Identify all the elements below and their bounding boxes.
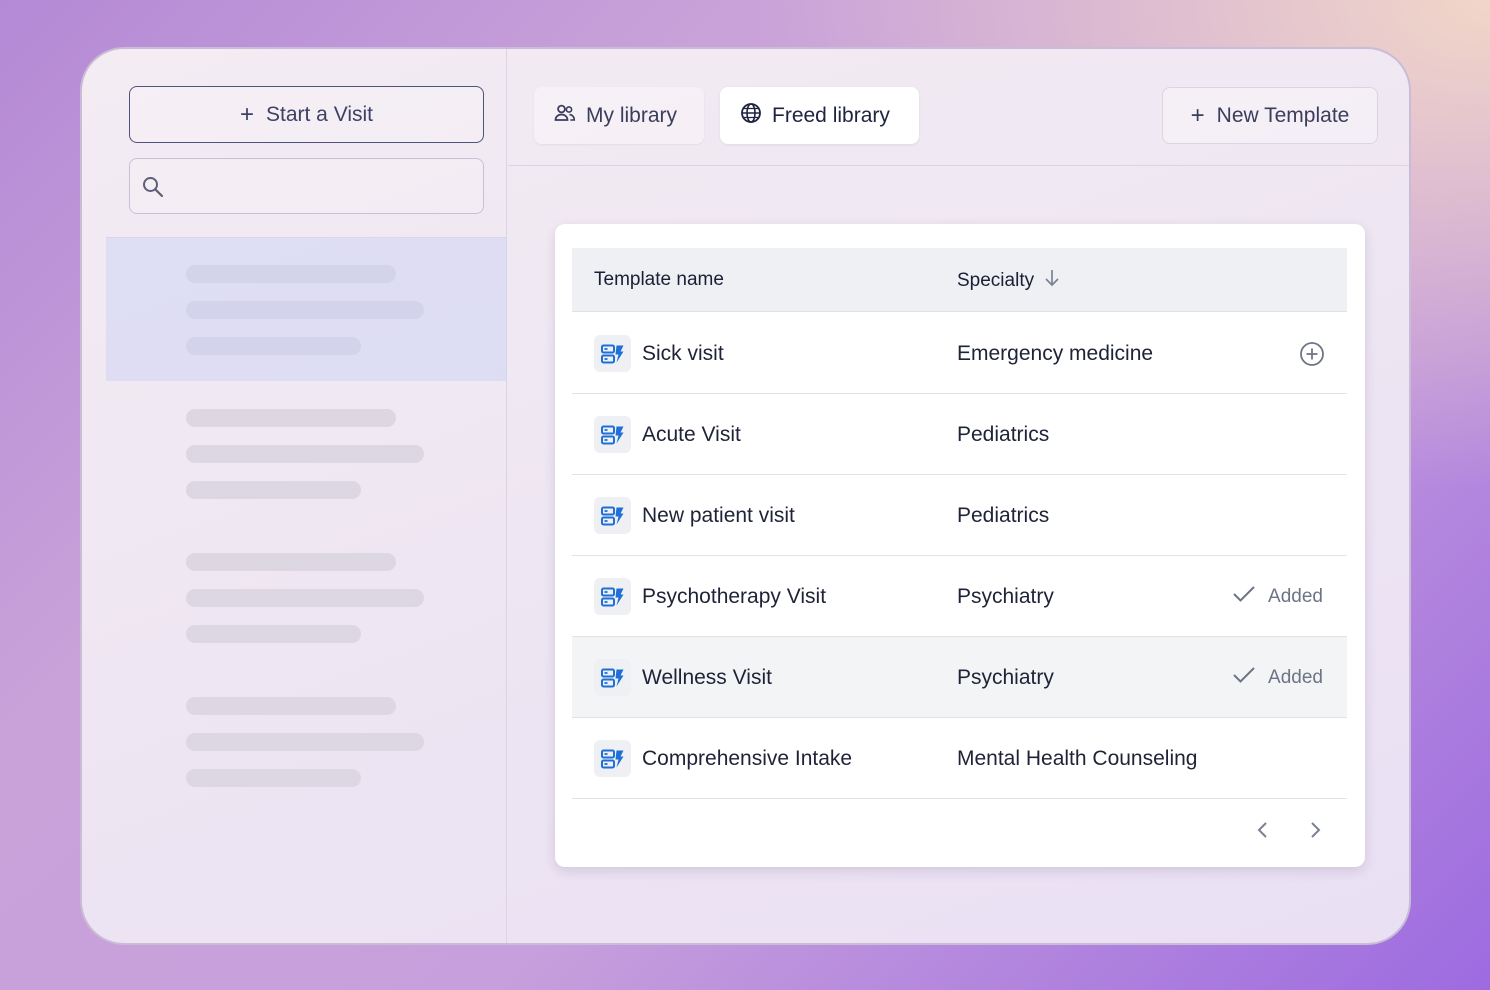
tab-my-library[interactable]: My library [534, 87, 704, 144]
visit-list-item[interactable] [106, 524, 507, 667]
table-row[interactable]: Comprehensive Intake Mental Health Couns… [572, 718, 1347, 799]
template-icon [594, 335, 631, 372]
visit-list-item[interactable] [106, 381, 507, 524]
added-label: Added [1268, 586, 1323, 607]
placeholder-line [186, 301, 424, 319]
arrow-down-icon [1044, 269, 1060, 293]
template-icon [594, 740, 631, 777]
template-name: Comprehensive Intake [642, 747, 853, 770]
search-input[interactable] [174, 169, 474, 203]
placeholder-line [186, 445, 424, 463]
template-name: Sick visit [642, 342, 724, 365]
app-window: + Start a Visit My library Freed library… [80, 47, 1411, 945]
column-header-template-name: Template name [594, 269, 724, 290]
new-template-label: New Template [1216, 103, 1350, 127]
template-name: New patient visit [642, 504, 795, 527]
visit-list-item[interactable] [106, 667, 507, 810]
check-icon [1232, 584, 1256, 610]
template-specialty: Mental Health Counseling [957, 747, 1198, 770]
placeholder-line [186, 481, 361, 499]
placeholder-line [186, 697, 396, 715]
tab-freed-library[interactable]: Freed library [720, 87, 919, 144]
template-icon [594, 416, 631, 453]
placeholder-line [186, 589, 424, 607]
template-name: Psychotherapy Visit [642, 585, 827, 608]
placeholder-line [186, 769, 361, 787]
template-name: Wellness Visit [642, 666, 772, 689]
plus-icon: + [239, 100, 254, 128]
template-specialty: Pediatrics [957, 504, 1050, 527]
template-icon [594, 497, 631, 534]
tab-freed-library-label: Freed library [772, 103, 890, 127]
placeholder-line [186, 409, 396, 427]
search-icon [141, 175, 165, 204]
tab-my-library-label: My library [586, 103, 678, 127]
start-visit-label: Start a Visit [266, 102, 373, 126]
table-header: Template name Specialty [572, 248, 1347, 312]
column-header-specialty-label: Specialty [957, 270, 1035, 291]
table-row[interactable]: Sick visit Emergency medicine [572, 313, 1347, 394]
templates-card: Template name Specialty Sick visit Emerg… [555, 224, 1365, 867]
placeholder-line [186, 337, 361, 355]
chevron-right-icon[interactable] [1305, 820, 1325, 840]
table-row[interactable]: Wellness Visit Psychiatry Added [572, 637, 1347, 718]
placeholder-line [186, 553, 396, 571]
added-label: Added [1268, 667, 1323, 688]
check-icon [1232, 665, 1256, 691]
table-row[interactable]: Psychotherapy Visit Psychiatry Added [572, 556, 1347, 637]
template-icon [594, 578, 631, 615]
table-row[interactable]: Acute Visit Pediatrics [572, 394, 1347, 475]
template-specialty: Psychiatry [957, 585, 1054, 608]
start-visit-button[interactable]: + Start a Visit [129, 86, 484, 143]
placeholder-line [186, 733, 424, 751]
added-status: Added [1232, 665, 1323, 691]
top-bar: My library Freed library + New Template [508, 49, 1409, 166]
template-specialty: Emergency medicine [957, 342, 1154, 365]
added-status: Added [1232, 584, 1323, 610]
template-specialty: Pediatrics [957, 423, 1050, 446]
placeholder-line [186, 625, 361, 643]
new-template-button[interactable]: + New Template [1162, 87, 1378, 144]
pagination [1253, 820, 1325, 840]
people-icon [554, 104, 576, 128]
add-circle-icon[interactable] [1299, 341, 1325, 373]
table-row[interactable]: New patient visit Pediatrics [572, 475, 1347, 556]
search-box[interactable] [129, 158, 484, 214]
template-name: Acute Visit [642, 423, 741, 446]
placeholder-line [186, 265, 396, 283]
template-icon [594, 659, 631, 696]
visit-list-item-selected[interactable] [106, 238, 507, 381]
template-specialty: Psychiatry [957, 666, 1054, 689]
column-header-specialty[interactable]: Specialty [957, 269, 1060, 293]
globe-icon [740, 102, 762, 130]
sidebar: + Start a Visit [82, 49, 507, 943]
plus-icon: + [1190, 101, 1205, 129]
chevron-left-icon[interactable] [1253, 820, 1273, 840]
